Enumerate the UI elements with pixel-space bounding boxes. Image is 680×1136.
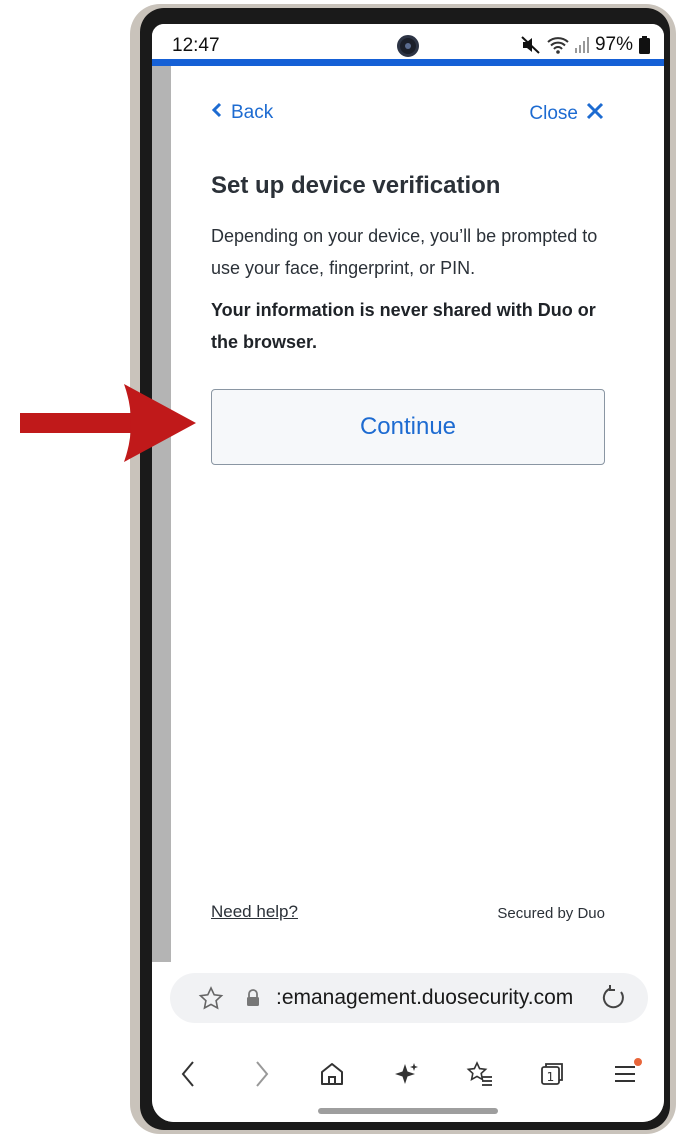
home-icon[interactable] <box>312 1054 352 1094</box>
continue-button[interactable]: Continue <box>211 389 605 465</box>
back-label: Back <box>231 102 274 123</box>
mute-icon <box>521 36 541 54</box>
chevron-left-icon <box>211 102 223 124</box>
status-bar: 12:47 97% <box>152 24 664 60</box>
browser-toolbar: :emanagement.duosecurity.com 1 <box>152 962 664 1122</box>
status-icons: 97% <box>521 34 650 56</box>
annotation-arrow-icon <box>20 384 196 462</box>
front-camera <box>397 35 419 57</box>
home-indicator[interactable] <box>318 1108 498 1114</box>
secured-by-duo-label: Secured by Duo <box>497 905 605 922</box>
tabs-icon[interactable]: 1 <box>532 1054 572 1094</box>
close-link[interactable]: Close <box>529 102 604 126</box>
reload-icon[interactable] <box>600 984 628 1017</box>
sparkle-ai-icon[interactable] <box>386 1054 426 1094</box>
close-label: Close <box>529 103 578 124</box>
privacy-note: Your information is never shared with Du… <box>211 300 596 352</box>
signal-icon <box>574 37 589 53</box>
notification-dot <box>634 1058 642 1066</box>
lock-icon <box>246 989 260 1012</box>
battery-percent: 97% <box>594 34 633 55</box>
phone-screen: 12:47 97% Back Close Set up device verif… <box>152 24 664 1122</box>
back-link[interactable]: Back <box>211 102 273 124</box>
page-load-accent-bar <box>152 59 664 66</box>
url-text[interactable]: :emanagement.duosecurity.com <box>276 986 576 1010</box>
need-help-link[interactable]: Need help? <box>211 902 298 922</box>
menu-icon[interactable] <box>606 1054 646 1094</box>
page-title: Set up device verification <box>211 172 501 199</box>
status-time: 12:47 <box>172 35 220 56</box>
wifi-icon <box>547 36 569 54</box>
page-gutter-left <box>152 66 171 962</box>
web-content: Back Close Set up device verification De… <box>171 66 648 962</box>
close-x-icon <box>586 102 604 126</box>
forward-arrow-icon[interactable] <box>242 1054 282 1094</box>
tab-count: 1 <box>547 1070 555 1084</box>
address-bar[interactable]: :emanagement.duosecurity.com <box>170 973 648 1023</box>
battery-icon <box>639 36 650 54</box>
browser-nav-bar: 1 <box>152 1050 664 1096</box>
description-text: Depending on your device, you’ll be prom… <box>211 226 598 278</box>
back-arrow-icon[interactable] <box>168 1054 208 1094</box>
bookmarks-icon[interactable] <box>460 1054 500 1094</box>
star-icon[interactable] <box>198 986 224 1015</box>
